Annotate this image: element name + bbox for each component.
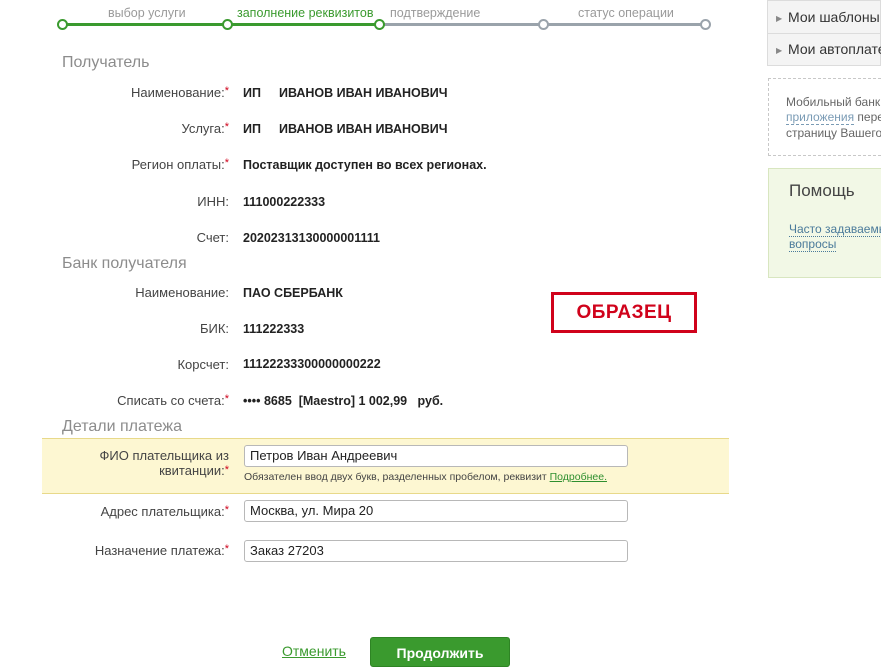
step-dot-3 <box>374 19 385 30</box>
payer-address-input[interactable]: Москва, ул. Мира 20 <box>244 500 628 522</box>
debit-account-value: •••• 8685 [Maestro] 1 002,99 руб. <box>243 394 444 408</box>
sample-stamp: ОБРАЗЕЦ <box>551 292 697 333</box>
step-dot-4 <box>538 19 549 30</box>
mobile-bank-line3: страницу Вашего <box>786 126 881 140</box>
more-info-link[interactable]: Подробнее. <box>550 471 607 483</box>
payer-name-input[interactable]: Петров Иван Андреевич <box>244 445 628 467</box>
step-fill-details: заполнение реквизитов <box>237 6 374 20</box>
step-status: статус операции <box>578 6 674 20</box>
cancel-link[interactable]: Отменить <box>282 643 346 659</box>
corr-account-value: 11122233300000000222 <box>243 357 381 371</box>
service-label: Услуга:* <box>181 121 229 136</box>
bank-name-value: ПАО СБЕРБАНК <box>243 286 343 300</box>
service-value: ИП ИВАНОВ ИВАН ИВАНОВИЧ <box>243 122 448 136</box>
mobile-app-link[interactable]: приложения <box>786 110 855 125</box>
sidebar-item-autopayments[interactable]: ▶Мои автоплатежи <box>768 34 881 65</box>
mobile-bank-line1: Мобильный банк <box>786 95 881 109</box>
bik-label: БИК: <box>199 321 229 336</box>
continue-button[interactable]: Продолжить <box>370 637 510 667</box>
account-label: Счет: <box>196 230 229 245</box>
step-dot-2 <box>222 19 233 30</box>
bik-value: 111222333 <box>243 322 305 336</box>
payment-purpose-label: Назначение платежа:* <box>94 543 229 558</box>
inn-label: ИНН: <box>197 194 229 209</box>
sidebar-menu: ▶Мои шаблоны ▶Мои автоплатежи <box>767 0 881 66</box>
account-value: 20202313130000001111 <box>243 231 380 245</box>
recipient-name-label: Наименование:* <box>130 85 229 100</box>
payer-name-hint: Обязателен ввод двух букв, разделенных п… <box>244 471 607 483</box>
step-select-service: выбор услуги <box>108 6 186 20</box>
help-box: Помощь Часто задаваемые вопросы <box>768 168 881 278</box>
help-title: Помощь <box>789 181 855 200</box>
faq-link-line2[interactable]: вопросы <box>789 237 837 252</box>
step-confirm: подтверждение <box>390 6 481 20</box>
region-value: Поставщик доступен во всех регионах. <box>243 158 487 172</box>
recipient-section-title: Получатель <box>62 54 150 71</box>
inn-value: 111000222333 <box>243 195 326 209</box>
bank-section-title: Банк получателя <box>62 255 187 272</box>
region-label: Регион оплаты:* <box>131 157 229 172</box>
faq-link-line1[interactable]: Часто задаваемые <box>789 222 881 237</box>
step-dot-5 <box>700 19 711 30</box>
step-dot-1 <box>57 19 68 30</box>
payer-name-label: ФИО плательщика из квитанции:* <box>99 448 229 478</box>
sidebar-item-templates[interactable]: ▶ Мои шаблоны <box>768 2 881 34</box>
arrow-right-icon: ▶ <box>776 13 783 23</box>
corr-account-label: Корсчет: <box>177 357 229 372</box>
payer-address-label: Адрес плательщика:* <box>100 504 229 519</box>
progress-steps: выбор услуги заполнение реквизитов подтв… <box>0 0 740 40</box>
bank-name-label: Наименование: <box>135 285 229 300</box>
details-section-title: Детали платежа <box>62 418 182 435</box>
recipient-name-value: ИП ИВАНОВ ИВАН ИВАНОВИЧ <box>243 86 448 100</box>
arrow-right-icon: ▶ <box>776 45 783 55</box>
payment-purpose-input[interactable]: Заказ 27203 <box>244 540 628 562</box>
mobile-bank-info: Мобильный банк приложения перейти страни… <box>768 78 881 156</box>
debit-account-label: Списать со счета:* <box>117 393 229 408</box>
mobile-bank-line2: приложения перейти <box>786 110 881 125</box>
